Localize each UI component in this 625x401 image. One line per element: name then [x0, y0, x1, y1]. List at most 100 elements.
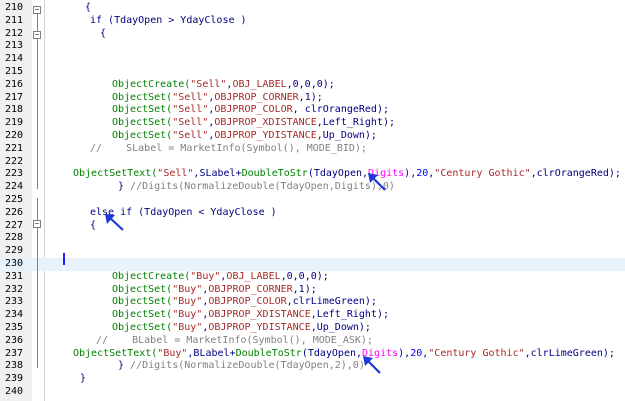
code-line[interactable]: 222: [0, 156, 625, 169]
code-line[interactable]: 217 ObjectSet("Sell",OBJPROP_CORNER,1);: [0, 92, 625, 105]
line-number: 215: [4, 66, 23, 77]
code-line[interactable]: 214: [0, 53, 625, 66]
code-text: {: [85, 2, 91, 15]
line-number: 237: [4, 347, 23, 359]
code-token: "Sell": [190, 78, 227, 90]
code-line[interactable]: 234 ObjectSet("Buy",OBJPROP_XDISTANCE,Lef…: [0, 309, 625, 322]
code-text: ObjectSet("Sell",OBJPROP_COLOR, clrOrang…: [112, 104, 389, 117]
code-token: OBJPROP_COLOR: [214, 104, 293, 116]
code-line[interactable]: 211 if (TdayOpen > YdayClose ): [0, 15, 625, 28]
line-number: 240: [4, 386, 23, 397]
code-line[interactable]: 232 ObjectSet("Buy",OBJPROP_CORNER,1);: [0, 284, 625, 297]
line-number: 226: [4, 206, 23, 218]
code-token: OBJPROP_XDISTANCE: [208, 309, 311, 321]
code-token: (TdayOpen,: [307, 168, 369, 180]
code-text: ObjectSet("Sell",OBJPROP_CORNER,1);: [112, 92, 323, 105]
arrow-icon: [105, 214, 124, 231]
code-token: ,Up_Down);: [310, 322, 371, 333]
code-token: ObjectSet(: [112, 104, 173, 116]
code-token: // BLabel = MarketInfo(Symbol(), MODE_AS…: [96, 334, 373, 346]
code-token: ,SLabel+: [193, 168, 242, 180]
code-line[interactable]: 216 ObjectCreate("Sell",OBJ_LABEL,0,0,0);: [0, 79, 625, 92]
code-token: DoubleToStr: [241, 168, 308, 180]
line-number: 217: [4, 91, 23, 103]
code-token: ,Left_Right);: [310, 309, 389, 321]
code-line[interactable]: 230: [0, 258, 625, 271]
code-line[interactable]: 240: [0, 386, 625, 399]
line-number: 231: [4, 270, 23, 282]
code-text: ObjectSet("Sell",OBJPROP_YDISTANCE,Up_Do…: [112, 130, 377, 143]
line-number: 216: [4, 78, 23, 90]
code-token: if (TdayOpen > YdayClose ): [90, 14, 247, 26]
code-text: }: [80, 373, 86, 386]
code-line[interactable]: 224} //Digits(NormalizeDouble(TdayOpen,D…: [0, 181, 625, 194]
code-line[interactable]: 219 ObjectSet("Sell",OBJPROP_XDISTANCE,Le…: [0, 117, 625, 130]
code-line[interactable]: 229: [0, 245, 625, 258]
code-token: ObjectSet(: [112, 117, 173, 129]
code-token: , clrOrangeRed);: [292, 104, 389, 116]
line-number: 224: [4, 181, 23, 193]
code-line[interactable]: 221 // SLabel = MarketInfo(Symbol(), MODE…: [0, 143, 625, 156]
code-line[interactable]: 220 ObjectSet("Sell",OBJPROP_YDISTANCE,Up…: [0, 130, 625, 143]
code-token: OBJPROP_CORNER: [214, 91, 299, 103]
text-cursor: [63, 253, 65, 265]
code-text: ObjectSet("Buy",OBJPROP_COLOR,clrLimeGre…: [112, 296, 377, 309]
line-number: 227: [4, 219, 23, 231]
fold-guide-line: [37, 14, 38, 32]
code-line[interactable]: 227 {: [0, 220, 625, 233]
code-text: ObjectSet("Buy",OBJPROP_YDISTANCE,Up_Dow…: [112, 322, 371, 335]
code-token: ObjectSet(: [112, 283, 173, 295]
code-token: DoubleToStr: [235, 347, 302, 359]
code-token: ),: [398, 347, 411, 359]
code-token: }: [118, 181, 131, 193]
code-token: OBJPROP_CORNER: [208, 283, 293, 295]
code-line[interactable]: 231 ObjectCreate("Buy",OBJ_LABEL,0,0,0);: [0, 271, 625, 284]
code-line[interactable]: 233 ObjectSet("Buy",OBJPROP_COLOR,clrLime…: [0, 296, 625, 309]
code-line[interactable]: 236 // BLabel = MarketInfo(Symbol(), MODE…: [0, 335, 625, 348]
line-number: 211: [4, 14, 23, 26]
code-line[interactable]: 210 {: [0, 2, 625, 15]
line-number: 218: [4, 104, 23, 116]
fold-collapse-icon[interactable]: [33, 31, 41, 39]
code-token: "Century Gothic": [428, 347, 525, 359]
code-token: "Buy": [172, 309, 203, 321]
code-token: ObjectCreate(: [112, 270, 191, 282]
code-token: ,1);: [292, 283, 317, 295]
code-text: } //Digits(NormalizeDouble(TdayOpen,2),0…: [118, 360, 365, 373]
code-line[interactable]: 225: [0, 194, 625, 207]
code-token: ObjectSet(: [112, 322, 173, 333]
line-number: 219: [4, 117, 23, 129]
code-line[interactable]: 235 ObjectSet("Buy",OBJPROP_YDISTANCE,Up_…: [0, 322, 625, 335]
arrow-icon: [368, 173, 386, 191]
code-line[interactable]: 223 ObjectSetText("Sell",SLabel+DoubleToS…: [0, 168, 625, 181]
fold-collapse-icon[interactable]: [33, 6, 41, 14]
code-line[interactable]: 238} //Digits(NormalizeDouble(TdayOpen,2…: [0, 360, 625, 373]
code-line[interactable]: 213: [0, 40, 625, 53]
line-number: 210: [4, 2, 23, 13]
code-token: "Sell": [157, 168, 194, 180]
code-token: ,Up_Down);: [316, 130, 377, 141]
code-token: {: [90, 219, 97, 231]
code-line[interactable]: 226 else if (TdayOpen < YdayClose ): [0, 207, 625, 220]
code-line[interactable]: 237 ObjectSetText("Buy",BLabel+DoubleToSt…: [0, 348, 625, 361]
code-line[interactable]: 218 ObjectSet("Sell",OBJPROP_COLOR, clrOr…: [0, 104, 625, 117]
line-number: 228: [4, 232, 23, 244]
code-line[interactable]: 228: [0, 232, 625, 245]
code-token: 20: [410, 347, 423, 359]
code-line[interactable]: 239}: [0, 373, 625, 386]
code-token: ObjectSetText(: [73, 168, 158, 180]
code-token: (TdayOpen,: [301, 347, 363, 359]
line-number: 213: [4, 40, 23, 52]
code-text: ObjectCreate("Buy",OBJ_LABEL,0,0,0);: [112, 271, 329, 284]
code-token: "Buy": [157, 347, 188, 359]
code-token: OBJ_LABEL: [226, 270, 281, 282]
fold-collapse-icon[interactable]: [33, 220, 41, 228]
fold-guide-line: [37, 228, 38, 368]
code-token: OBJPROP_XDISTANCE: [214, 117, 317, 129]
code-token: "Buy": [172, 322, 203, 333]
line-number: 236: [4, 334, 23, 346]
code-text: ObjectCreate("Sell",OBJ_LABEL,0,0,0);: [112, 79, 335, 92]
code-text: // BLabel = MarketInfo(Symbol(), MODE_AS…: [96, 335, 373, 348]
code-line[interactable]: 215: [0, 66, 625, 79]
code-line[interactable]: 212 {: [0, 28, 625, 41]
